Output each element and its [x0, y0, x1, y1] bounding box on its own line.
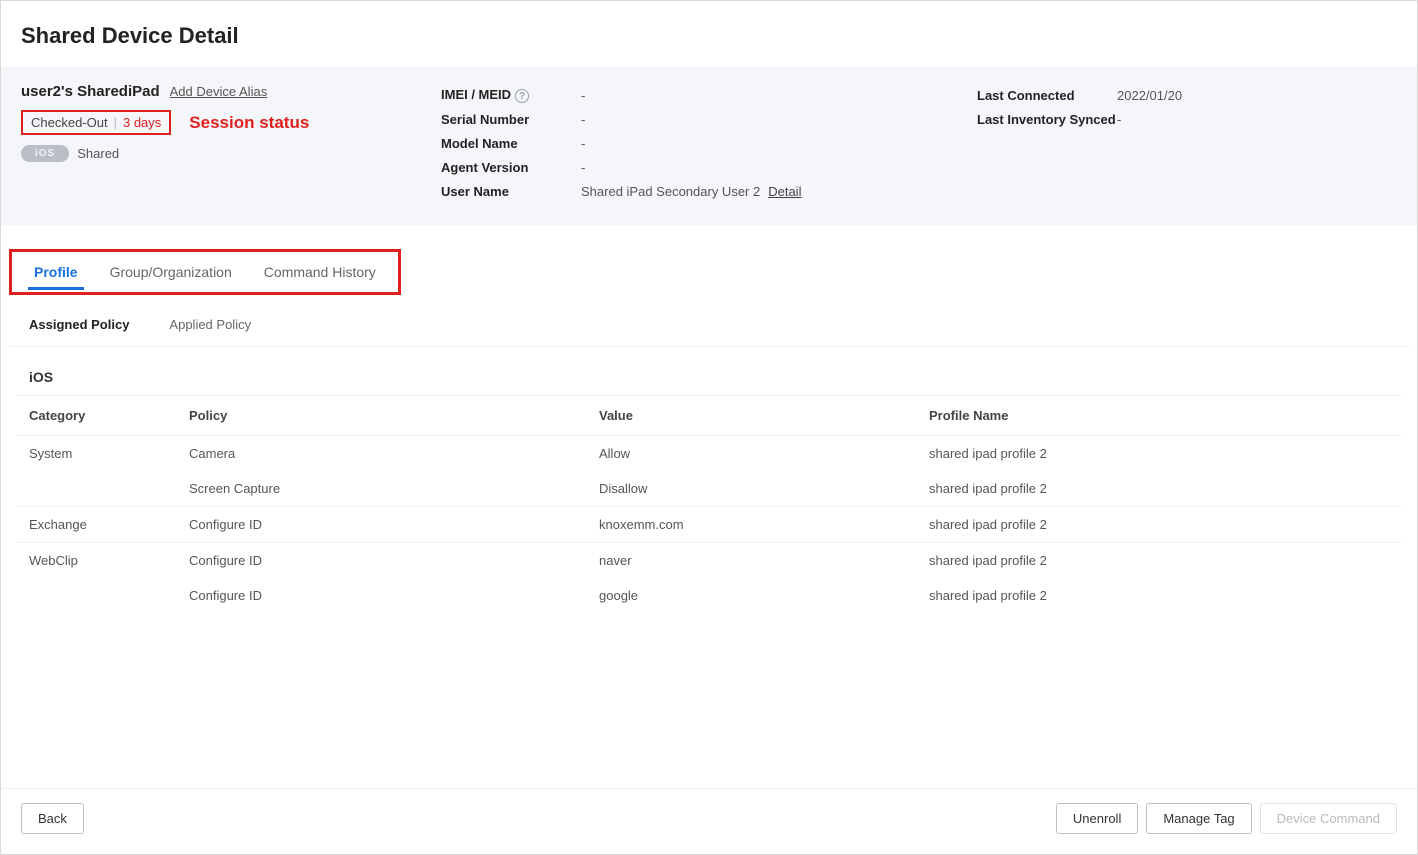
info-row: Model Name- — [441, 131, 977, 155]
info-row: Last Inventory Synced- — [977, 107, 1397, 131]
unenroll-button[interactable]: Unenroll — [1056, 803, 1138, 834]
info-row: Agent Version- — [441, 155, 977, 179]
info-row: IMEI / MEID?- — [441, 83, 977, 107]
footer-bar: Back Unenroll Manage Tag Device Command — [1, 788, 1417, 854]
table-row: Configure IDgoogleshared ipad profile 2 — [17, 578, 1401, 613]
table-row: WebClipConfigure IDnavershared ipad prof… — [17, 543, 1401, 579]
info-value: - — [581, 136, 585, 151]
table-row: ExchangeConfigure IDknoxemm.comshared ip… — [17, 507, 1401, 543]
page-title: Shared Device Detail — [1, 1, 1417, 67]
cell-profile: shared ipad profile 2 — [917, 436, 1401, 472]
info-value: - — [581, 112, 585, 127]
back-button[interactable]: Back — [21, 803, 84, 834]
info-value: 2022/01/20 — [1117, 88, 1182, 103]
session-annotation: Session status — [189, 113, 309, 133]
tab-group-organization[interactable]: Group/Organization — [94, 254, 248, 292]
info-value: - — [581, 160, 585, 175]
session-duration: 3 days — [123, 115, 161, 130]
device-summary: user2's SharediPad Add Device Alias Chec… — [1, 67, 1417, 225]
main-tabs-highlight: ProfileGroup/OrganizationCommand History — [9, 249, 401, 295]
session-status-box: Checked-Out | 3 days — [21, 110, 171, 135]
info-row: User NameShared iPad Secondary User 2 Det… — [441, 179, 977, 203]
manage-tag-button[interactable]: Manage Tag — [1146, 803, 1251, 834]
session-separator: | — [114, 115, 117, 130]
user-detail-link[interactable]: Detail — [768, 184, 801, 199]
tab-command-history[interactable]: Command History — [248, 254, 392, 292]
section-title-ios: iOS — [1, 347, 1417, 395]
cell-profile: shared ipad profile 2 — [917, 471, 1401, 507]
cell-category — [17, 578, 177, 613]
cell-value: google — [587, 578, 917, 613]
device-name: user2's SharediPad — [21, 83, 160, 100]
cell-policy: Configure ID — [177, 543, 587, 579]
cell-value: Disallow — [587, 471, 917, 507]
cell-category: WebClip — [17, 543, 177, 579]
info-value: - — [581, 88, 585, 103]
cell-profile: shared ipad profile 2 — [917, 507, 1401, 543]
info-label: User Name — [441, 184, 581, 199]
os-badge: iOS — [21, 145, 69, 162]
device-info-right: Last Connected2022/01/20Last Inventory S… — [977, 83, 1397, 131]
policy-subtabs: Assigned Policy Applied Policy — [9, 299, 1409, 347]
info-label: Agent Version — [441, 160, 581, 175]
info-label: Last Inventory Synced — [977, 112, 1117, 127]
help-icon[interactable]: ? — [515, 89, 529, 103]
cell-policy: Configure ID — [177, 578, 587, 613]
info-label: Serial Number — [441, 112, 581, 127]
info-row: Last Connected2022/01/20 — [977, 83, 1397, 107]
cell-value: knoxemm.com — [587, 507, 917, 543]
col-profile: Profile Name — [917, 396, 1401, 436]
cell-policy: Screen Capture — [177, 471, 587, 507]
add-device-alias-link[interactable]: Add Device Alias — [170, 84, 268, 99]
shared-label: Shared — [77, 146, 119, 161]
subtab-applied-policy[interactable]: Applied Policy — [169, 317, 251, 336]
cell-value: naver — [587, 543, 917, 579]
col-value: Value — [587, 396, 917, 436]
device-command-button: Device Command — [1260, 803, 1397, 834]
table-row: SystemCameraAllowshared ipad profile 2 — [17, 436, 1401, 472]
cell-category — [17, 471, 177, 507]
info-value: - — [1117, 112, 1121, 127]
cell-profile: shared ipad profile 2 — [917, 578, 1401, 613]
info-label: IMEI / MEID? — [441, 87, 581, 104]
cell-category: Exchange — [17, 507, 177, 543]
policy-table: Category Policy Value Profile Name Syste… — [17, 395, 1401, 613]
table-row: Screen CaptureDisallowshared ipad profil… — [17, 471, 1401, 507]
cell-policy: Configure ID — [177, 507, 587, 543]
info-row: Serial Number- — [441, 107, 977, 131]
info-value: Shared iPad Secondary User 2 — [581, 184, 760, 199]
info-label: Last Connected — [977, 88, 1117, 103]
cell-category: System — [17, 436, 177, 472]
cell-profile: shared ipad profile 2 — [917, 543, 1401, 579]
session-status-text: Checked-Out — [31, 115, 108, 130]
cell-value: Allow — [587, 436, 917, 472]
info-label: Model Name — [441, 136, 581, 151]
tab-profile[interactable]: Profile — [18, 254, 94, 292]
col-policy: Policy — [177, 396, 587, 436]
subtab-assigned-policy[interactable]: Assigned Policy — [29, 317, 129, 336]
device-info-mid: IMEI / MEID?-Serial Number-Model Name-Ag… — [441, 83, 977, 203]
cell-policy: Camera — [177, 436, 587, 472]
col-category: Category — [17, 396, 177, 436]
